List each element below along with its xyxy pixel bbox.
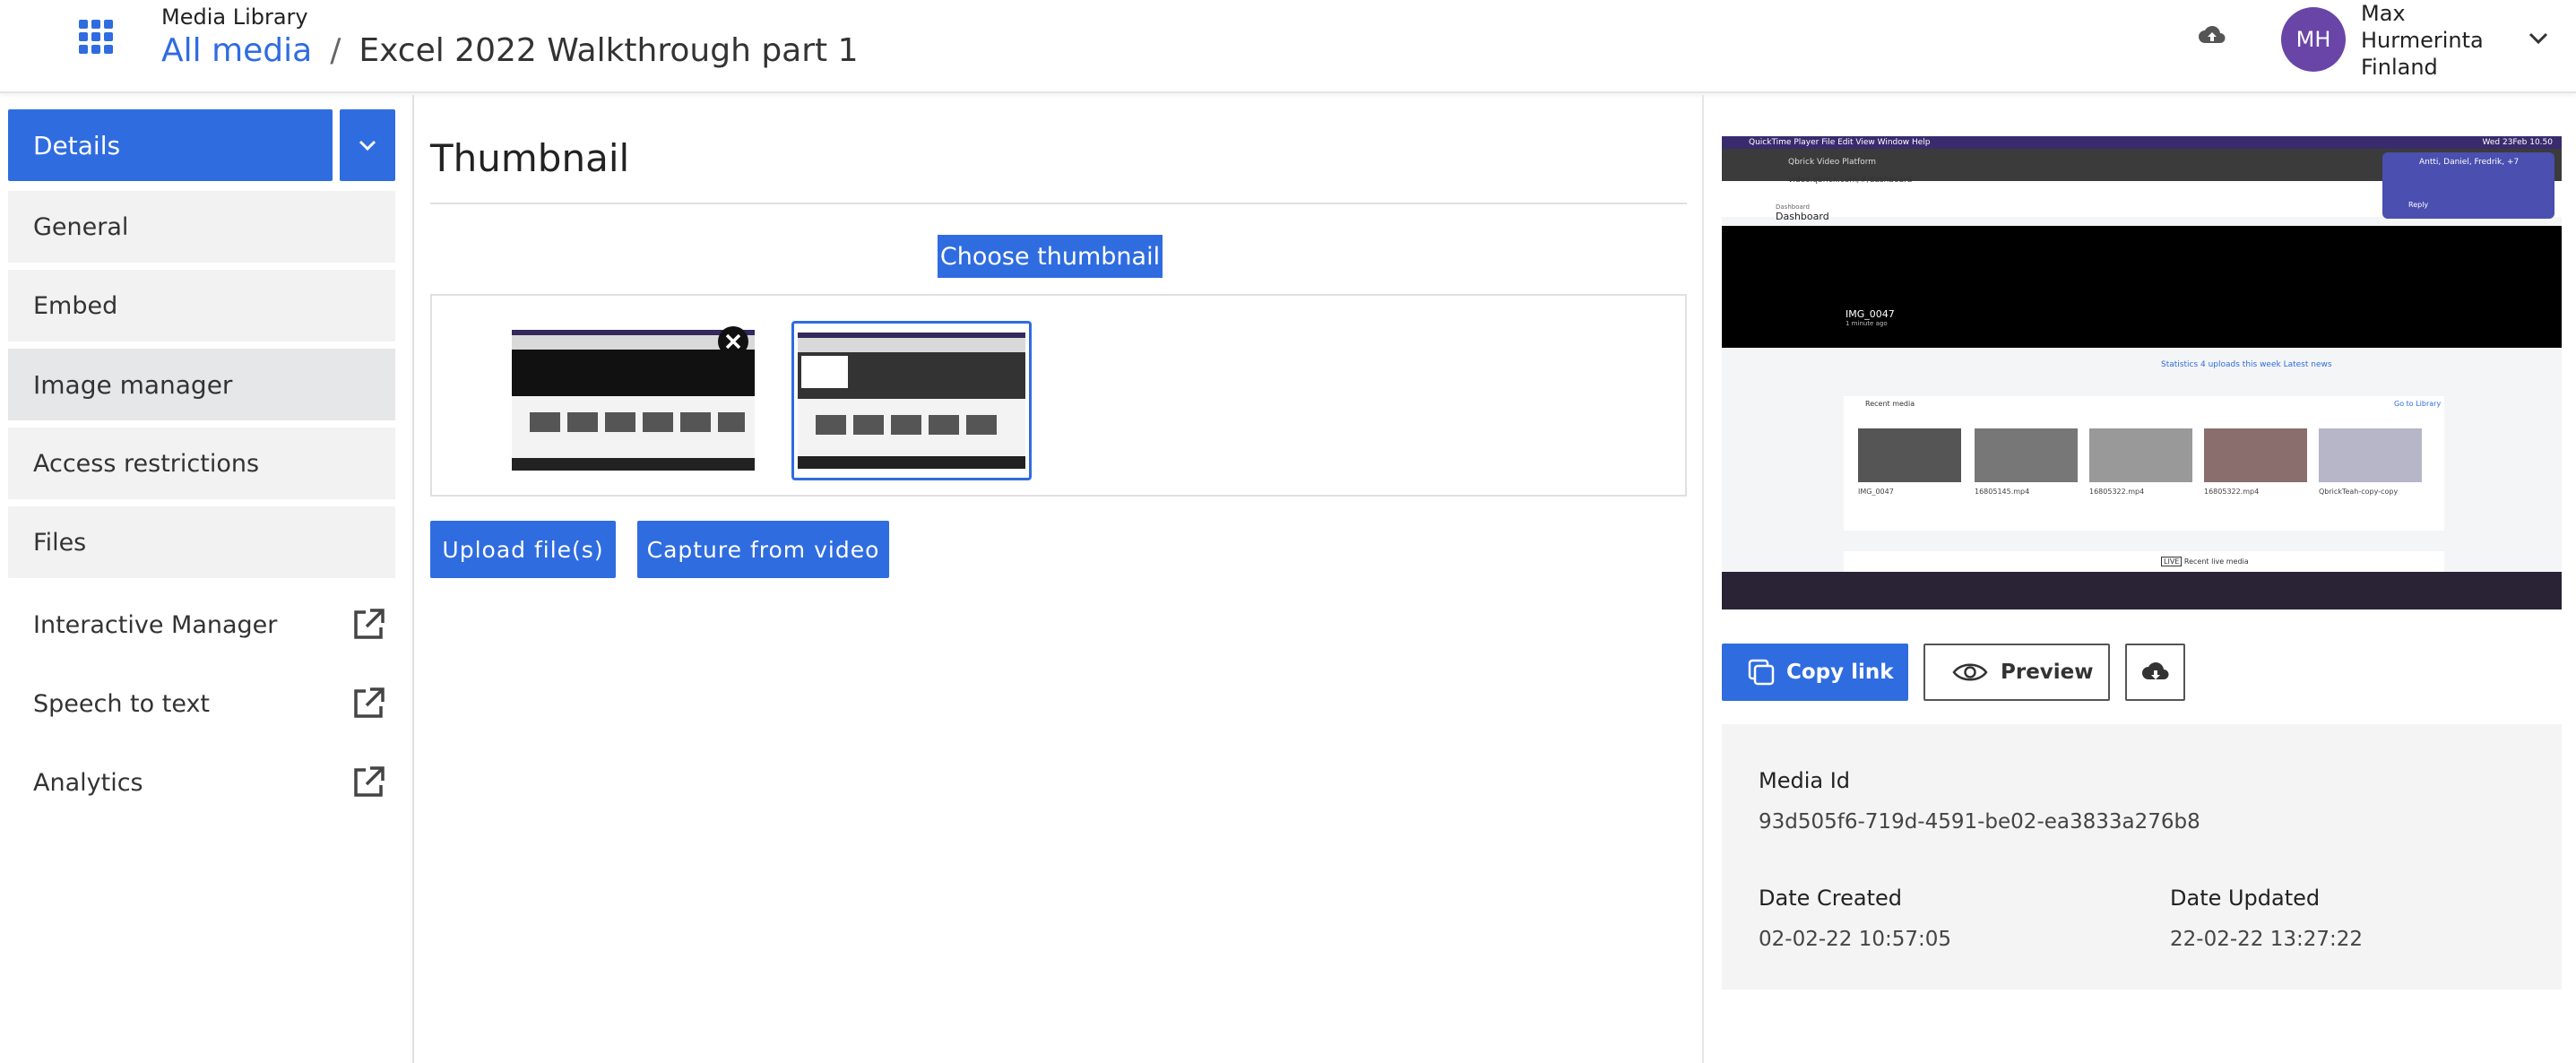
top-header: Media Library All media / Excel 2022 Wal… xyxy=(0,0,2576,93)
preview-card-label: IMG_0047 xyxy=(1858,488,1894,496)
sidebar-item-image-manager[interactable]: Image manager xyxy=(8,349,395,420)
sidebar: Details General Embed Image manager Acce… xyxy=(0,95,414,1063)
user-last-name: Hurmerinta xyxy=(2361,28,2484,53)
preview-media-card xyxy=(1975,428,2078,482)
user-menu[interactable]: Max Hurmerinta Finland xyxy=(2361,0,2484,81)
date-updated-label: Date Updated xyxy=(2170,886,2321,911)
preview-live-title: LIVE Recent live media xyxy=(2161,557,2249,566)
preview-menubar: QuickTime Player File Edit View Window H… xyxy=(1722,136,2562,149)
preview-media-card xyxy=(2204,428,2307,482)
media-id-label: Media Id xyxy=(1759,768,1851,793)
preview-dashboard-title: Dashboard Dashboard xyxy=(1776,203,1829,222)
preview-card-label: 16805322.mp4 xyxy=(2204,488,2260,496)
breadcrumb: All media / Excel 2022 Walkthrough part … xyxy=(161,32,859,69)
breadcrumb-all-media-link[interactable]: All media xyxy=(161,32,312,69)
close-icon xyxy=(725,333,741,350)
download-button[interactable] xyxy=(2125,644,2185,701)
choose-thumbnail-button[interactable]: Choose thumbnail xyxy=(938,235,1163,278)
external-link-icon xyxy=(354,609,385,639)
chevron-down-icon xyxy=(359,140,376,151)
thumbnail-image xyxy=(512,330,755,471)
date-created-label: Date Created xyxy=(1759,886,1902,911)
preview-card-label: 16805322.mp4 xyxy=(2089,488,2145,496)
sidebar-item-speech-to-text[interactable]: Speech to text xyxy=(8,668,395,739)
preview-media-card xyxy=(1858,428,1961,482)
breadcrumb-separator: / xyxy=(330,32,341,69)
preview-notification-title: Antti, Daniel, Fredrik, +7 xyxy=(2419,158,2520,167)
app-subtitle: Media Library xyxy=(161,4,308,30)
sidebar-item-access-restrictions[interactable]: Access restrictions xyxy=(8,428,395,499)
preview-url: video.qbrick.com/#/dashboard xyxy=(1788,176,1913,185)
sidebar-item-label: Analytics xyxy=(33,768,143,797)
preview-card-label: 16805145.mp4 xyxy=(1975,488,2030,496)
download-icon xyxy=(2141,662,2168,679)
preview-notification-reply: Reply xyxy=(2408,201,2429,209)
page-title: Excel 2022 Walkthrough part 1 xyxy=(359,32,859,69)
preview-media-card xyxy=(2089,428,2192,482)
thumbnail-image xyxy=(798,333,1025,469)
copy-link-button[interactable]: Copy link xyxy=(1722,644,1908,701)
preview-video-banner xyxy=(1722,226,2562,348)
section-title: Thumbnail xyxy=(430,136,630,180)
sidebar-item-analytics[interactable]: Analytics xyxy=(8,747,395,818)
date-updated-value: 22-02-22 13:27:22 xyxy=(2170,928,2364,951)
remove-thumbnail-button[interactable] xyxy=(718,326,748,357)
video-preview[interactable]: QuickTime Player File Edit View Window H… xyxy=(1722,136,2562,609)
preview-video-title: IMG_0047 1 minute ago xyxy=(1846,308,1895,327)
user-country: Finland xyxy=(2361,55,2438,80)
copy-link-label: Copy link xyxy=(1786,661,1894,684)
details-button[interactable]: Details xyxy=(8,109,333,181)
thumbnail-option-1[interactable] xyxy=(512,330,755,471)
sidebar-item-files[interactable]: Files xyxy=(8,506,395,578)
preview-dock xyxy=(1722,572,2562,609)
media-id-value: 93d505f6-719d-4591-be02-ea3833a276b8 xyxy=(1759,810,2200,834)
upload-files-button[interactable]: Upload file(s) xyxy=(430,521,616,578)
external-link-icon xyxy=(354,766,385,797)
eye-icon xyxy=(1952,663,1988,681)
preview-button[interactable]: Preview xyxy=(1923,644,2110,701)
apps-grid-icon[interactable] xyxy=(79,20,115,56)
preview-card-label: QbrickTeah-copy-copy xyxy=(2319,488,2399,496)
preview-recent-title: Recent media Go to Library xyxy=(1865,400,2442,408)
date-created-value: 02-02-22 10:57:05 xyxy=(1759,928,1952,951)
preview-label: Preview xyxy=(2001,661,2094,684)
preview-tags: Statistics 4 uploads this week Latest ne… xyxy=(2161,360,2332,369)
preview-media-card xyxy=(2319,428,2422,482)
chevron-down-icon[interactable] xyxy=(2526,25,2551,50)
column-divider xyxy=(1702,95,1704,1063)
sidebar-item-label: Speech to text xyxy=(33,689,211,718)
sidebar-item-interactive-manager[interactable]: Interactive Manager xyxy=(8,589,395,661)
user-first-name: Max xyxy=(2361,1,2406,26)
sidebar-item-label: Interactive Manager xyxy=(33,610,278,639)
sidebar-item-general[interactable]: General xyxy=(8,191,395,263)
details-dropdown-button[interactable] xyxy=(340,109,395,181)
avatar[interactable]: MH xyxy=(2281,7,2346,72)
external-link-icon xyxy=(354,687,385,718)
sidebar-item-embed[interactable]: Embed xyxy=(8,270,395,341)
copy-icon xyxy=(1748,659,1775,686)
capture-from-video-button[interactable]: Capture from video xyxy=(637,521,889,578)
thumbnail-option-2-selected[interactable] xyxy=(791,321,1032,480)
cloud-upload-icon[interactable] xyxy=(2198,22,2226,50)
divider xyxy=(430,203,1687,204)
